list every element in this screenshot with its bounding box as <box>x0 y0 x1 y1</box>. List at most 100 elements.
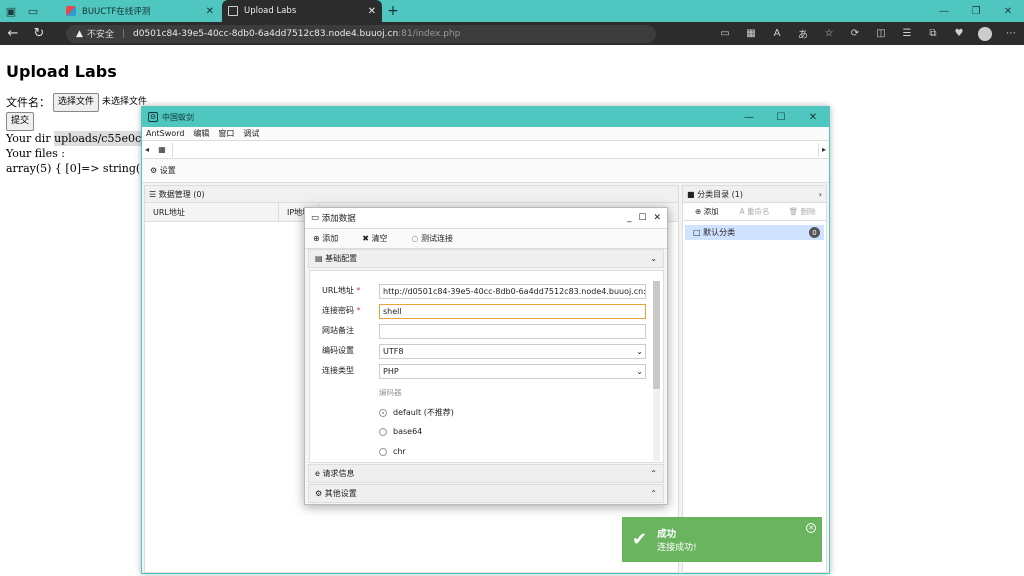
dialog-add-button[interactable]: ⊕ 添加 <box>313 233 350 244</box>
home-grid-icon[interactable]: ▦ <box>152 145 172 154</box>
menu-window[interactable]: 窗口 <box>218 128 234 139</box>
form-scrollbar[interactable] <box>653 281 660 461</box>
chevron-right-icon[interactable]: › <box>819 190 822 199</box>
settings-button[interactable]: 设置 <box>160 165 176 176</box>
folder-outline-icon: □ <box>693 228 704 237</box>
toast-title: 成功 <box>657 529 677 540</box>
toast-message: 连接成功! <box>657 543 697 553</box>
encoder-radio-default[interactable]: default (不推荐) <box>379 407 454 418</box>
category-label: 默认分类 <box>703 228 736 237</box>
url-field[interactable]: ▲ 不安全 | d0501c84-39e5-40cc-8db0-6a4dd751… <box>66 24 656 43</box>
workspaces-icon[interactable]: ▣ <box>0 0 22 22</box>
request-icon: e <box>315 469 323 478</box>
close-icon[interactable]: ✕ <box>797 107 829 127</box>
url-path: :81/index.php <box>398 28 461 39</box>
app-available-icon[interactable]: ▭ <box>712 28 738 39</box>
browser-tab-bar: ▣ ▭ BUUCTF在线评测 ✕ Upload Labs ✕ + — ❐ ✕ <box>0 0 1024 22</box>
close-tab-icon[interactable]: ✕ <box>368 6 376 17</box>
category-pane-title: 分类目录 (1) <box>697 189 743 199</box>
add-data-dialog: ▭ 添加数据 _ ☐ ✕ ⊕ 添加 ✖ 清空 ◌ 测试连接 ▤ 基础配置 ⌄ U… <box>304 207 668 505</box>
folder-icon: ■ <box>687 189 698 199</box>
rename-category-button[interactable]: A 重命名 <box>731 206 779 217</box>
category-count-badge: 0 <box>809 227 820 238</box>
chevron-down-icon: ⌄ <box>636 367 643 376</box>
scroll-left-icon[interactable]: ◂ <box>142 145 152 154</box>
close-window-icon[interactable]: ✕ <box>992 0 1024 22</box>
delete-category-button[interactable]: 🗑 删除 <box>778 206 826 217</box>
test-connection-button[interactable]: ◌ 测试连接 <box>412 233 466 244</box>
favorite-star-icon[interactable]: ☆ <box>816 28 842 39</box>
address-bar: ← ↻ ▲ 不安全 | d0501c84-39e5-40cc-8db0-6a4d… <box>0 22 1024 45</box>
profile-avatar[interactable] <box>978 26 992 41</box>
toast-close-icon[interactable]: ✕ <box>806 523 816 533</box>
tab-upload-labs[interactable]: Upload Labs ✕ <box>222 0 382 22</box>
security-label: 不安全 <box>86 30 114 40</box>
password-input[interactable]: shell <box>379 304 646 319</box>
chevron-up-icon: ⌃ <box>650 489 657 498</box>
check-icon: ✔ <box>632 529 648 550</box>
menu-antsword[interactable]: AntSword <box>146 129 184 138</box>
minimize-icon[interactable]: — <box>733 107 765 127</box>
restore-icon[interactable]: ❐ <box>960 0 992 22</box>
files-label: Your files : <box>6 147 65 160</box>
menu-debug[interactable]: 调试 <box>243 128 259 139</box>
page-favicon-icon <box>228 6 238 16</box>
note-input[interactable] <box>379 324 646 339</box>
upload-labs-page: Upload Labs 文件名： 选择文件 未选择文件 提交 Your dir … <box>6 62 164 176</box>
performance-icon[interactable]: ♥ <box>946 28 972 39</box>
note-label: 网站备注 <box>322 326 354 335</box>
menu-edit[interactable]: 编辑 <box>193 128 209 139</box>
encoding-label: 编码设置 <box>322 346 354 355</box>
translate-icon[interactable]: あ <box>790 26 816 41</box>
dialog-window-controls[interactable]: _ ☐ ✕ <box>627 213 663 223</box>
list-icon: ☰ <box>149 189 159 199</box>
antsword-tabstrip: ◂ ▦ ▸ <box>142 141 829 159</box>
tab-actions-icon[interactable]: ▭ <box>22 0 44 22</box>
accordion-other[interactable]: ⚙ 其他设置 ⌃ <box>308 484 664 503</box>
submit-button[interactable]: 提交 <box>6 112 35 131</box>
add-category-button[interactable]: ⊕ 添加 <box>683 206 731 217</box>
encoding-select[interactable]: UTF8 ⌄ <box>379 344 646 359</box>
encoder-label: 编码器 <box>379 388 402 397</box>
file-label: 文件名： <box>6 96 50 109</box>
antsword-titlebar: ⚙ 中国蚁剑 — ☐ ✕ <box>142 107 829 127</box>
extensions-icon[interactable]: ⟳ <box>842 28 868 39</box>
tab-title: BUUCTF在线评测 <box>82 7 151 17</box>
window-icon: ▭ <box>311 213 322 223</box>
encoder-radio-chr[interactable]: chr <box>379 447 406 456</box>
qr-icon[interactable]: ▦ <box>738 28 764 39</box>
url-input[interactable]: http://d0501c84-39e5-40cc-8db0-6a4dd7512… <box>379 284 646 299</box>
dir-prefix: Your dir <box>6 132 51 145</box>
settings-icon: ⚙ <box>150 166 160 175</box>
tab-buuctf[interactable]: BUUCTF在线评测 ✕ <box>60 0 220 22</box>
type-label: 连接类型 <box>322 366 354 375</box>
choose-file-button[interactable]: 选择文件 <box>53 93 100 112</box>
more-icon[interactable]: ⋯ <box>998 28 1024 39</box>
scroll-right-icon[interactable]: ▸ <box>819 145 829 154</box>
category-item-default[interactable]: □ 默认分类 0 <box>685 225 824 240</box>
split-screen-icon[interactable]: ◫ <box>868 28 894 39</box>
category-pane: ■ 分类目录 (1) › ⊕ 添加 A 重命名 🗑 删除 □ 默认分类 0 <box>682 185 827 573</box>
data-pane-title: 数据管理 (0) <box>158 189 205 199</box>
read-aloud-icon[interactable]: A <box>764 28 790 39</box>
minimize-icon[interactable]: — <box>928 0 960 22</box>
new-tab-icon[interactable]: + <box>382 3 404 19</box>
back-icon[interactable]: ← <box>0 26 26 41</box>
type-select[interactable]: PHP ⌄ <box>379 364 646 379</box>
gears-icon: ⚙ <box>315 489 325 498</box>
basic-config-form: URL地址 * http://d0501c84-39e5-40cc-8db0-6… <box>309 270 664 463</box>
close-tab-icon[interactable]: ✕ <box>206 6 214 17</box>
tab-title: Upload Labs <box>244 6 297 16</box>
encoder-radio-base64[interactable]: base64 <box>379 427 422 436</box>
favorites-icon[interactable]: ☰ <box>894 28 920 39</box>
chevron-down-icon: ⌄ <box>636 347 643 356</box>
column-url[interactable]: URL地址 <box>145 202 279 222</box>
chevron-down-icon: ⌄ <box>650 254 657 263</box>
maximize-icon[interactable]: ☐ <box>765 107 797 127</box>
accordion-basic[interactable]: ▤ 基础配置 ⌄ <box>308 249 664 268</box>
collections-icon[interactable]: ⧉ <box>920 28 946 39</box>
dialog-clear-button[interactable]: ✖ 清空 <box>362 233 399 244</box>
accordion-request[interactable]: e 请求信息 ⌃ <box>308 464 664 483</box>
refresh-icon[interactable]: ↻ <box>26 26 52 41</box>
antsword-menubar: AntSword 编辑 窗口 调试 <box>142 127 829 141</box>
